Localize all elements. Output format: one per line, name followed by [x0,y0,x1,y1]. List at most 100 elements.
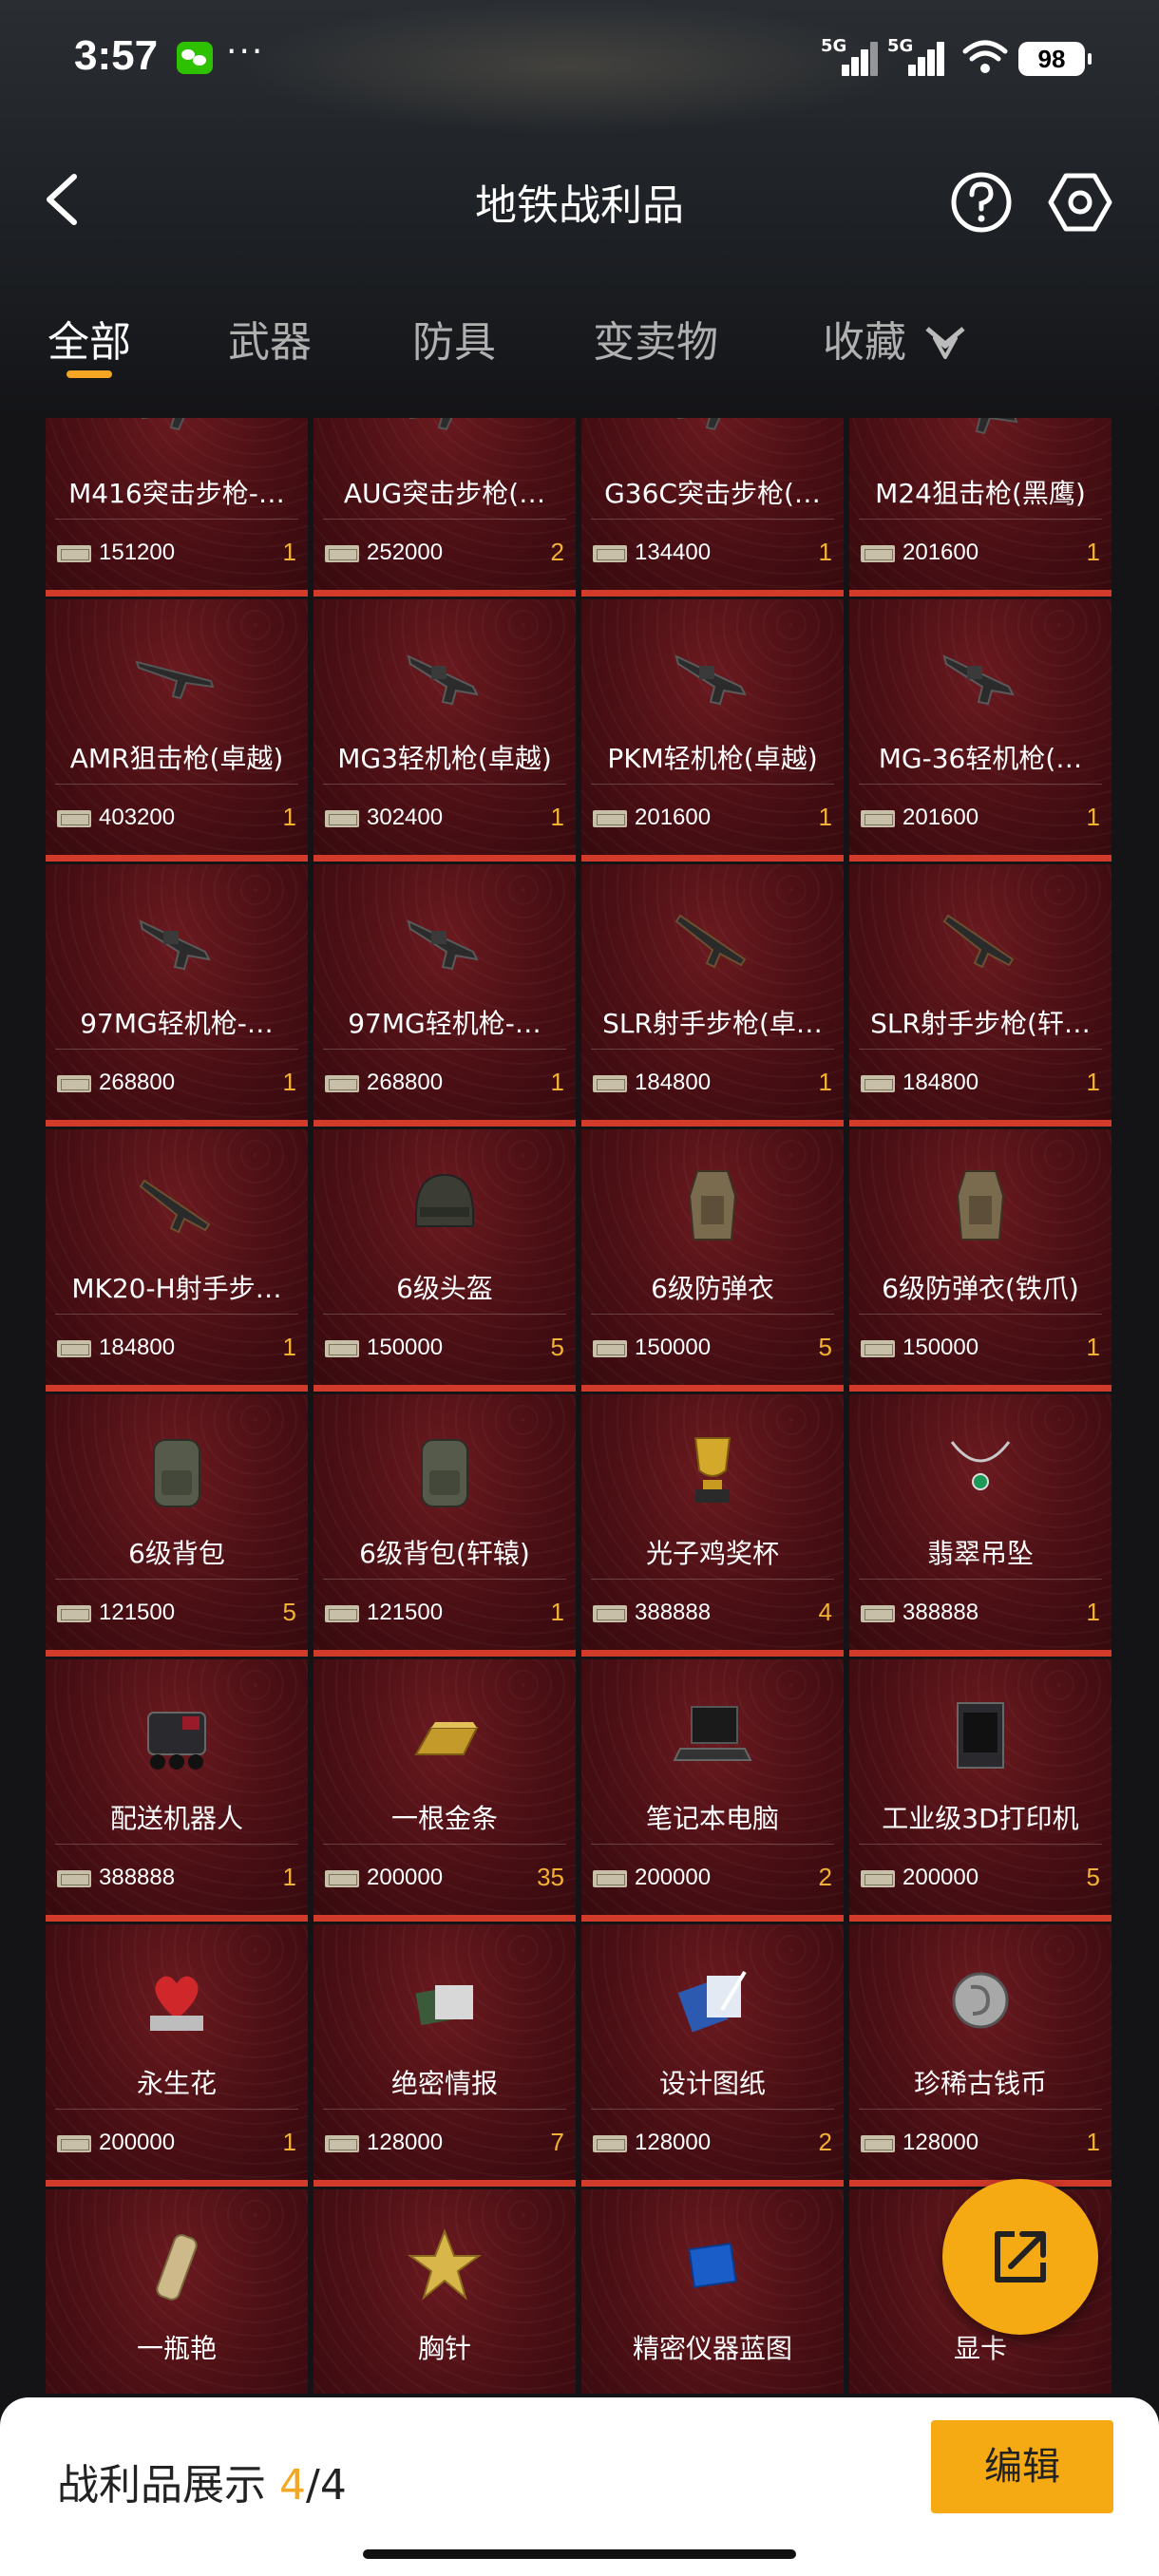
tab-armor[interactable]: 防具 [412,308,496,369]
edit-button[interactable]: 编辑 [931,2420,1113,2513]
active-tab-indicator [66,370,112,378]
item-name: 胸针 [417,2333,471,2364]
loot-item-card[interactable]: 设计图纸 128000 2 [581,1924,844,2187]
settings-icon[interactable] [1047,171,1113,234]
3d-printer-icon [957,1702,1004,1769]
bottom-bar: 战利品展示 4/4 编辑 [0,2397,1159,2576]
money-icon [57,1340,91,1357]
loot-item-card[interactable]: MG-36轻机枪(… 201600 1 [849,599,1112,862]
loot-item-card[interactable]: 6级防弹衣 150000 5 [581,1129,844,1392]
divider [323,1049,566,1050]
precision-blueprint-icon [688,2243,737,2288]
body-armor-icon [956,1170,1005,1241]
loot-item-card[interactable]: M24狙击枪(黑鹰) 201600 1 [849,418,1112,597]
divider [591,784,834,785]
loot-item-card[interactable]: 工业级3D打印机 200000 5 [849,1659,1112,1922]
item-price: 403200 [99,805,176,830]
loot-item-card[interactable]: G36C突击步枪(… 134400 1 [581,418,844,597]
money-icon [57,1870,91,1887]
loot-item-card[interactable]: 珍稀古钱币 128000 1 [849,1924,1112,2187]
share-button[interactable] [942,2179,1098,2335]
divider [591,1314,834,1315]
body-armor-icon [688,1170,737,1241]
item-price: 128000 [635,2130,712,2155]
money-icon [57,545,91,562]
item-quantity: 1 [282,803,296,831]
loot-item-card[interactable]: 配送机器人 388888 1 [46,1659,308,1922]
loot-item-card[interactable]: 一瓶艳 [46,2189,308,2394]
loot-item-card[interactable]: SLR射手步枪(卓… 184800 1 [581,864,844,1127]
money-icon [861,545,895,562]
money-icon [593,810,627,827]
money-icon [593,2135,627,2152]
loot-item-card[interactable]: 6级头盔 150000 5 [314,1129,576,1392]
item-quantity: 1 [1086,1598,1100,1626]
item-name: 珍稀古钱币 [913,2068,1047,2099]
divider [859,2109,1102,2110]
preserved-flower-icon [150,1976,203,2031]
item-name: 绝密情报 [390,2068,498,2099]
divider [591,519,834,520]
loot-item-card[interactable]: 97MG轻机枪-… 268800 1 [314,864,576,1127]
item-price: 184800 [902,1070,979,1095]
loot-item-card[interactable]: 胸针 [314,2189,576,2394]
loot-item-card[interactable]: 6级防弹衣(铁爪) 150000 1 [849,1129,1112,1392]
tab-all[interactable]: 全部 [48,308,131,369]
loot-item-card[interactable]: 6级背包(轩辕) 121500 1 [314,1394,576,1657]
money-icon [325,1340,359,1357]
item-quantity: 1 [282,1333,296,1361]
item-name: 6级背包 [128,1538,225,1569]
loot-grid[interactable]: M416突击步枪-… 151200 1 AUG突击步枪(… 252000 2 G36C突击步… [46,418,1113,2394]
item-price: 252000 [367,540,444,565]
item-name: MK20-H射手步… [71,1273,282,1304]
trophy-icon [694,1437,732,1503]
chevron-down-icon[interactable] [922,315,969,363]
home-indicator [363,2549,796,2559]
money-icon [861,2135,895,2152]
loot-item-card[interactable]: MG3轻机枪(卓越) 302400 1 [314,599,576,862]
wifi-icon [962,40,1008,73]
loot-item-card[interactable]: 97MG轻机枪-… 268800 1 [46,864,308,1127]
loot-item-card[interactable]: 翡翠吊坠 388888 1 [849,1394,1112,1657]
loot-item-card[interactable]: MK20-H射手步… 184800 1 [46,1129,308,1392]
item-name: 6级背包(轩辕) [359,1538,530,1569]
tab-favorites[interactable]: 收藏 [823,308,906,369]
loot-item-card[interactable]: 绝密情报 128000 7 [314,1924,576,2187]
loot-item-card[interactable]: SLR射手步枪(轩… 184800 1 [849,864,1112,1127]
tab-sellables[interactable]: 变卖物 [593,308,718,369]
ancient-coin-icon [952,1972,1009,2029]
loot-item-card[interactable]: 光子鸡奖杯 388888 4 [581,1394,844,1657]
signal-tag: 5G [887,36,914,56]
blueprint-icon [677,1970,747,2033]
loot-item-card[interactable]: 永生花 200000 1 [46,1924,308,2187]
tab-weapons[interactable]: 武器 [228,308,312,369]
intel-documents-icon [415,1984,473,2026]
money-icon [861,1605,895,1622]
item-price: 201600 [635,805,712,830]
item-quantity: 4 [818,1598,832,1626]
money-icon [325,1605,359,1622]
money-icon [593,1870,627,1887]
money-icon [593,1340,627,1357]
money-icon [593,1605,627,1622]
help-icon[interactable] [950,171,1013,234]
item-name: G36C突击步枪(… [604,478,821,509]
machine-gun-icon [139,919,211,971]
loot-item-card[interactable]: 6级背包 121500 5 [46,1394,308,1657]
item-price: 268800 [367,1070,444,1095]
loot-item-card[interactable]: M416突击步枪-… 151200 1 [46,418,308,597]
loot-item-card[interactable]: AMR狙击枪(卓越) 403200 1 [46,599,308,862]
loot-item-card[interactable]: PKM轻机枪(卓越) 201600 1 [581,599,844,862]
money-icon [325,545,359,562]
item-quantity: 1 [550,803,564,831]
loot-item-card[interactable]: 笔记本电脑 200000 2 [581,1659,844,1922]
item-quantity: 1 [282,1068,296,1096]
item-quantity: 2 [818,2128,832,2156]
loot-item-card[interactable]: AUG突击步枪(… 252000 2 [314,418,576,597]
item-price: 184800 [99,1335,176,1360]
loot-item-card[interactable]: 精密仪器蓝图 [581,2189,844,2394]
showcase-count: 4 [279,2461,306,2510]
loot-item-card[interactable]: 一根金条 200000 35 [314,1659,576,1922]
divider [859,519,1102,520]
item-price: 128000 [902,2130,979,2155]
